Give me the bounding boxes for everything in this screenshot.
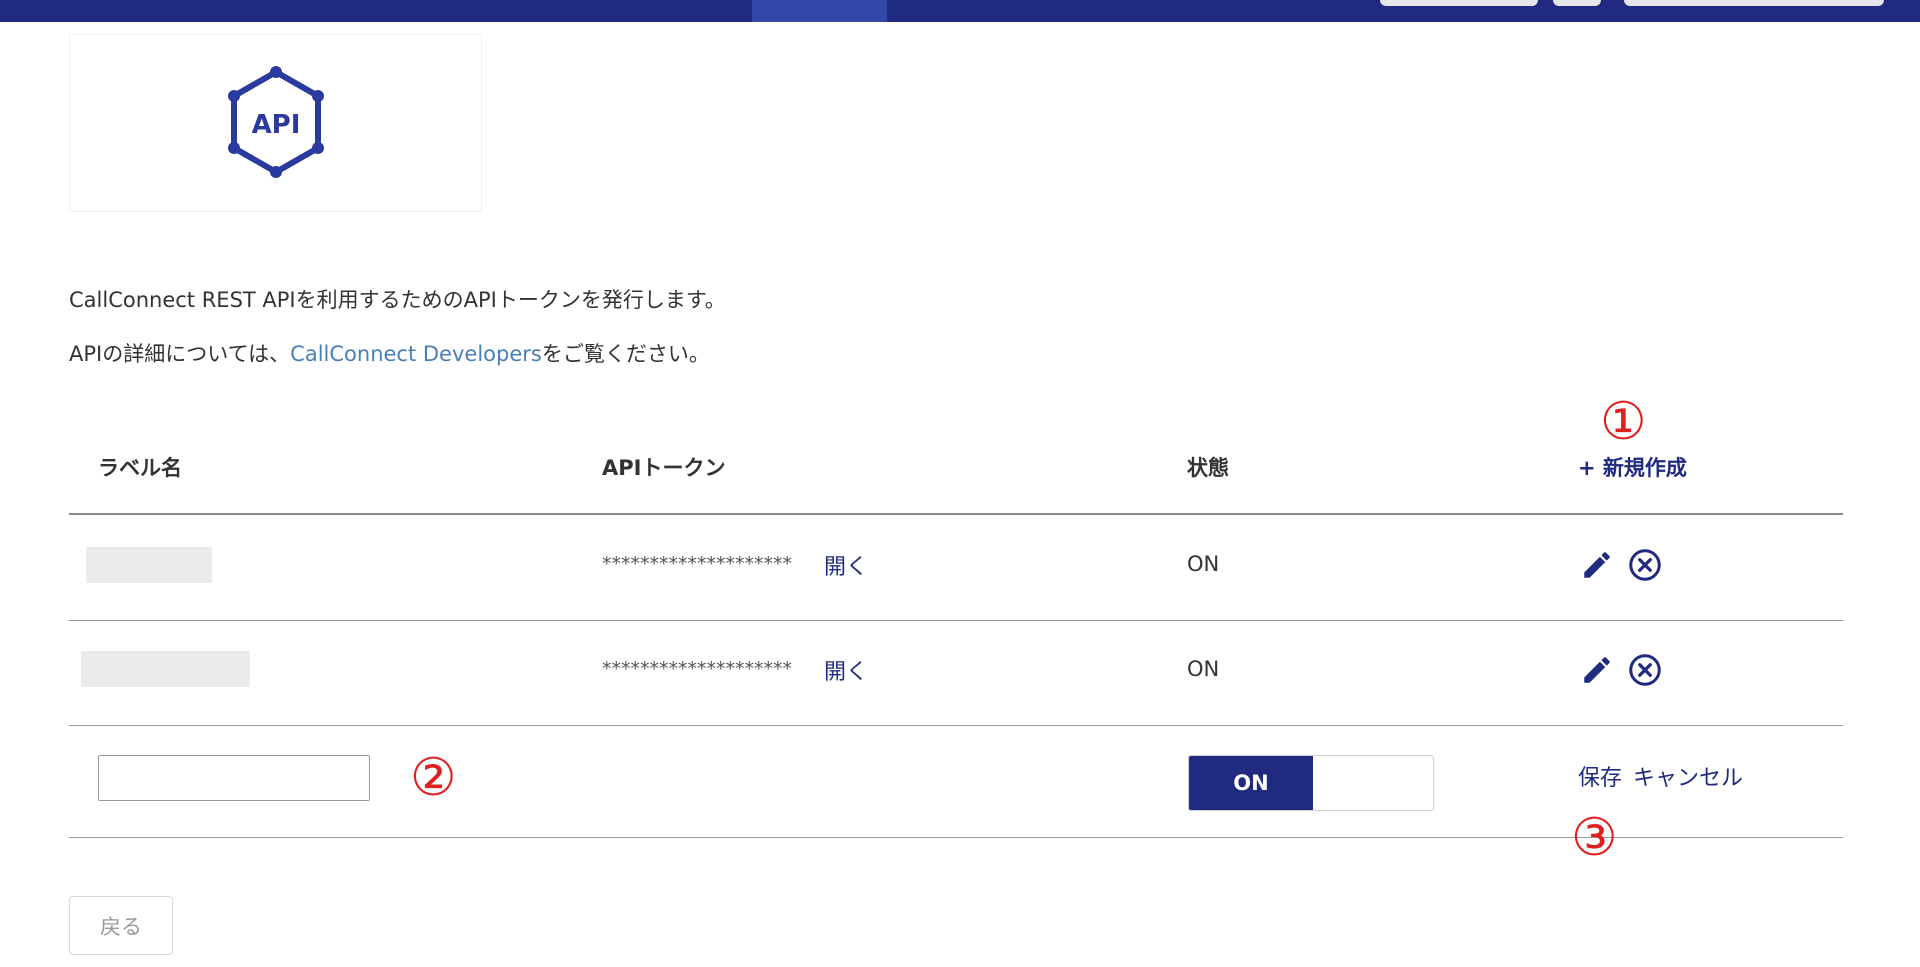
row-label-redacted <box>81 651 250 687</box>
row-divider <box>69 620 1843 621</box>
nav-search-field[interactable] <box>1624 0 1884 6</box>
intro-description: CallConnect REST APIを利用するためのAPIトークンを発行しま… <box>69 288 726 312</box>
row-label-redacted <box>86 547 212 583</box>
table-header-divider <box>69 513 1843 515</box>
toggle-on-label: ON <box>1189 756 1313 810</box>
intro-details-prefix: APIの詳細については、 <box>69 342 291 366</box>
new-label-input[interactable] <box>98 755 370 801</box>
developers-link[interactable]: CallConnect Developers <box>290 342 542 366</box>
annotation-marker-1: ① <box>1600 392 1647 452</box>
column-header-token: APIトークン <box>602 456 726 480</box>
edit-pencil-icon[interactable] <box>1580 548 1614 582</box>
row-divider <box>69 725 1843 726</box>
status-toggle[interactable]: ON <box>1188 755 1434 811</box>
status-value: ON <box>1187 552 1220 576</box>
token-mask: ******************** <box>602 553 792 575</box>
save-link[interactable]: 保存 <box>1578 760 1622 792</box>
annotation-marker-2: ② <box>410 748 457 808</box>
open-token-link[interactable]: 開く <box>824 654 868 686</box>
back-button[interactable]: 戻る <box>69 896 173 955</box>
api-logo-text: API <box>252 110 301 140</box>
cancel-link[interactable]: キャンセル <box>1633 760 1743 792</box>
nav-button[interactable] <box>1380 0 1538 6</box>
intro-details-suffix: をご覧ください。 <box>541 342 710 366</box>
open-token-link[interactable]: 開く <box>824 549 868 581</box>
token-mask: ******************** <box>602 658 792 680</box>
status-value: ON <box>1187 657 1220 681</box>
api-logo-card: API <box>69 34 482 212</box>
intro-details: APIの詳細については、CallConnect Developersをご覧くださ… <box>69 338 710 368</box>
active-nav-tab[interactable] <box>752 0 887 22</box>
column-header-status: 状態 <box>1187 456 1229 480</box>
new-token-button[interactable]: + 新規作成 <box>1578 452 1687 482</box>
delete-circle-x-icon[interactable] <box>1627 652 1663 688</box>
edit-pencil-icon[interactable] <box>1580 653 1614 687</box>
top-navigation-bar <box>0 0 1920 22</box>
delete-circle-x-icon[interactable] <box>1627 547 1663 583</box>
api-logo-icon: API <box>228 66 324 178</box>
nav-icon-button[interactable] <box>1553 0 1601 6</box>
column-header-label: ラベル名 <box>98 456 182 480</box>
annotation-marker-3: ③ <box>1571 808 1618 868</box>
